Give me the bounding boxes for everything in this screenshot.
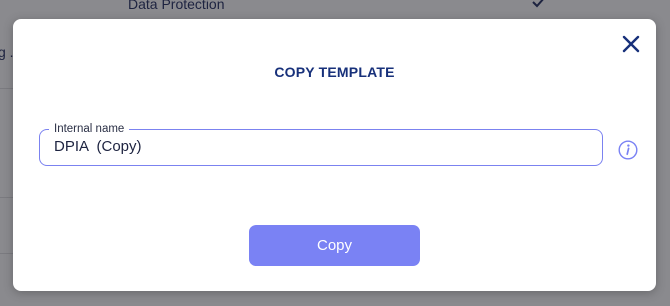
close-icon[interactable]: [620, 33, 642, 55]
background-divider: [0, 88, 14, 89]
internal-name-label: Internal name: [49, 121, 130, 137]
background-divider: [0, 253, 14, 254]
copy-template-dialog: COPY TEMPLATE Internal name Copy: [13, 19, 656, 291]
background-divider: [0, 197, 14, 198]
dialog-title: COPY TEMPLATE: [274, 64, 395, 80]
internal-name-field[interactable]: Internal name: [39, 121, 603, 166]
checkmark-icon: [532, 0, 544, 8]
copy-button[interactable]: Copy: [249, 225, 420, 266]
background-row-label: Data Protection: [128, 0, 225, 12]
info-icon[interactable]: [618, 140, 638, 160]
internal-name-input[interactable]: [54, 138, 584, 155]
